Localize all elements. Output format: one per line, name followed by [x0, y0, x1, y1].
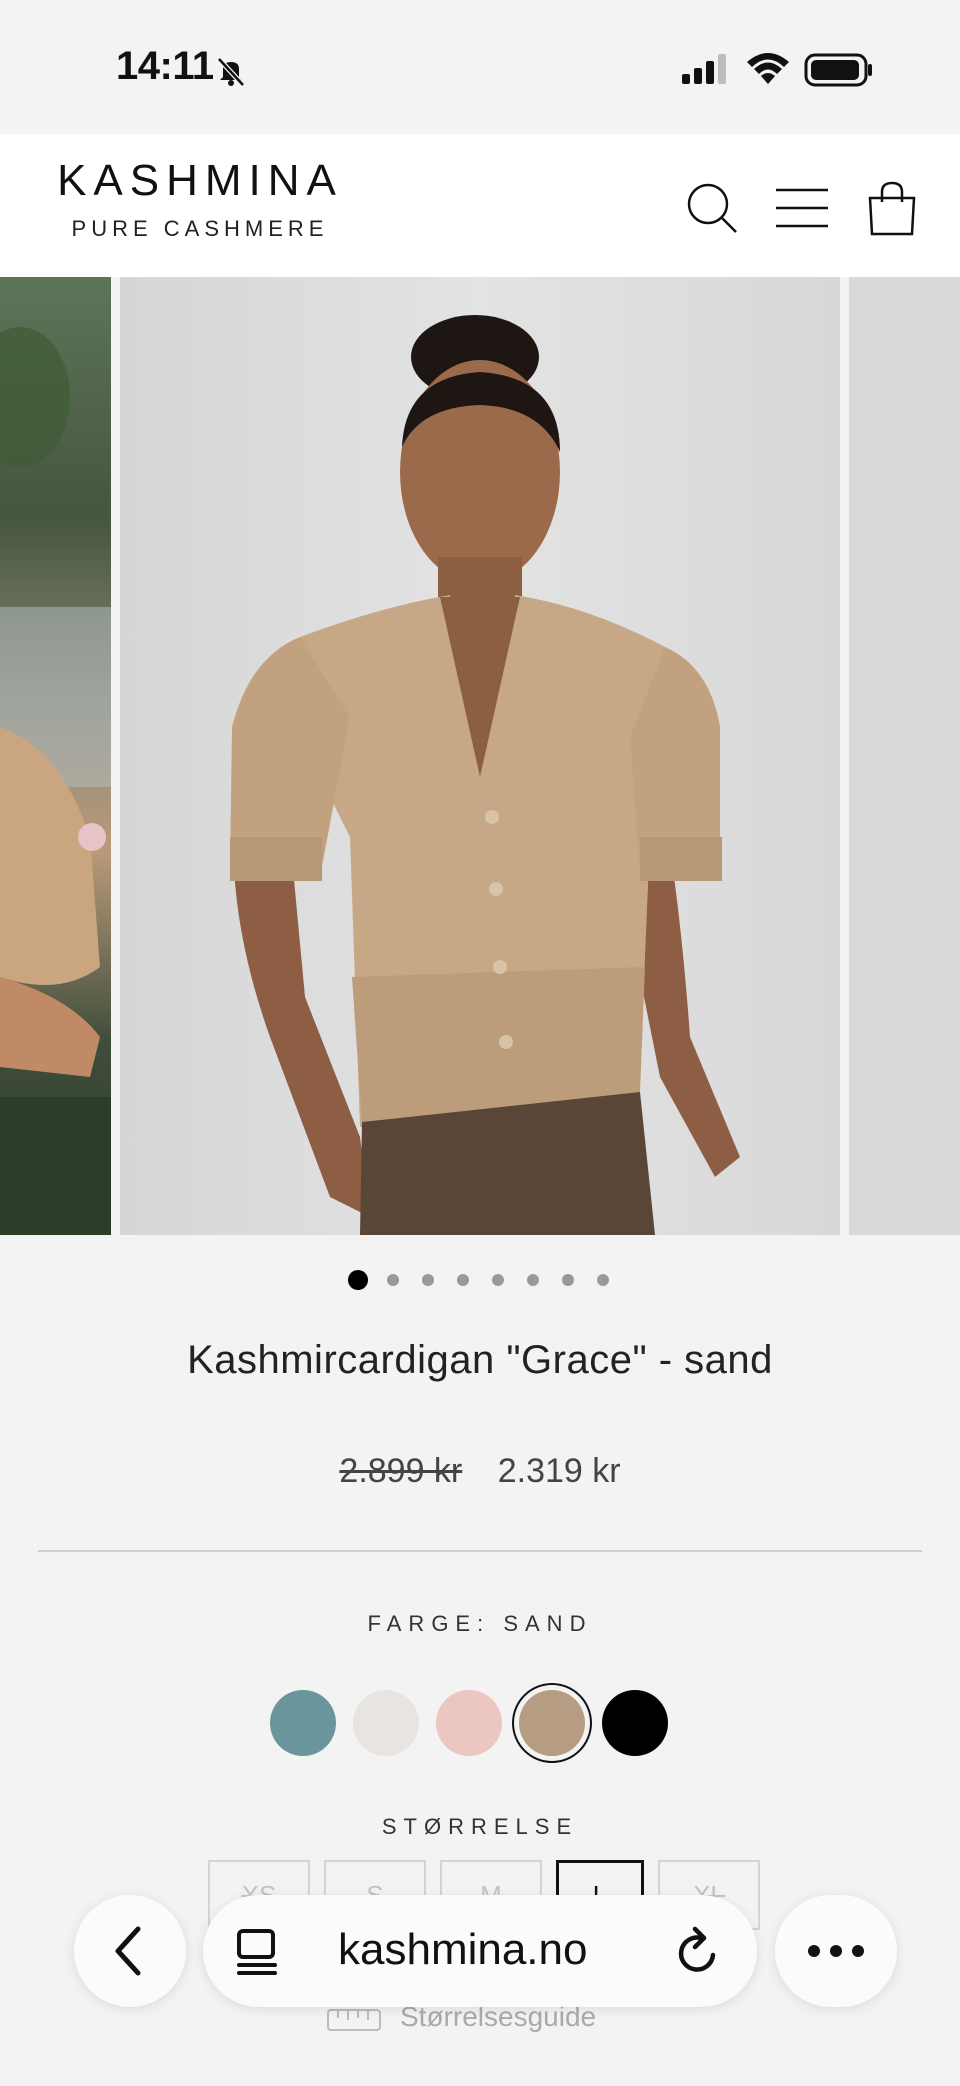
pagination-dot[interactable] — [375, 1270, 410, 1290]
battery-icon — [804, 53, 872, 87]
color-swatch-sand[interactable] — [519, 1690, 585, 1756]
menu-icon[interactable] — [774, 180, 830, 236]
product-title: Kashmircardigan "Grace" - sand — [187, 1338, 773, 1382]
pagination-dot[interactable] — [340, 1270, 375, 1290]
browser-toolbar: kashmina.no — [0, 1895, 960, 2015]
color-swatch-black[interactable] — [602, 1690, 668, 1756]
original-price: 2.899 kr — [339, 1452, 463, 1490]
gallery-pagination — [0, 1270, 960, 1290]
bag-icon[interactable] — [864, 180, 920, 236]
logo-main: KASHMINA — [57, 156, 343, 205]
pagination-dot[interactable] — [445, 1270, 480, 1290]
bell-muted-icon — [217, 57, 245, 87]
divider — [38, 1550, 922, 1552]
more-options-button[interactable] — [775, 1895, 897, 2007]
ellipsis-icon — [808, 1945, 864, 1957]
address-bar[interactable]: kashmina.no — [203, 1895, 757, 2007]
pagination-dot[interactable] — [480, 1270, 515, 1290]
reload-icon[interactable] — [673, 1925, 723, 1977]
color-swatches — [270, 1690, 668, 1760]
color-swatch-pink[interactable] — [436, 1690, 502, 1756]
pagination-dot[interactable] — [515, 1270, 550, 1290]
gallery-slide-previous[interactable] — [0, 277, 111, 1235]
color-swatch-teal[interactable] — [270, 1690, 336, 1756]
pagination-dot[interactable] — [410, 1270, 445, 1290]
status-bar: 14:11 — [0, 0, 960, 134]
price-row: 2.899 kr 2.319 kr — [0, 1452, 960, 1491]
color-swatch-cream[interactable] — [353, 1690, 419, 1756]
wifi-icon — [747, 53, 789, 84]
status-time: 14:11 — [116, 44, 214, 88]
size-label: STØRRELSE — [381, 1814, 579, 1839]
product-photo — [120, 277, 840, 1235]
site-header: KASHMINA PURE CASHMERE — [0, 134, 960, 277]
pagination-dot[interactable] — [550, 1270, 585, 1290]
gallery-slide-next[interactable] — [849, 277, 960, 1235]
url-text: kashmina.no — [338, 1925, 588, 1974]
sale-price: 2.319 kr — [497, 1452, 621, 1490]
signal-icon — [682, 54, 726, 84]
search-icon[interactable] — [684, 180, 740, 236]
color-label: FARGE: SAND — [367, 1611, 593, 1636]
gallery-slide-active[interactable] — [120, 277, 840, 1235]
product-gallery[interactable] — [0, 277, 960, 1235]
logo[interactable]: KASHMINA PURE CASHMERE — [40, 156, 360, 242]
pagination-dot[interactable] — [585, 1270, 620, 1290]
chevron-left-icon — [115, 1926, 141, 1976]
back-button[interactable] — [74, 1895, 186, 2007]
logo-tagline: PURE CASHMERE — [71, 216, 329, 241]
reader-mode-icon[interactable] — [233, 1927, 281, 1975]
